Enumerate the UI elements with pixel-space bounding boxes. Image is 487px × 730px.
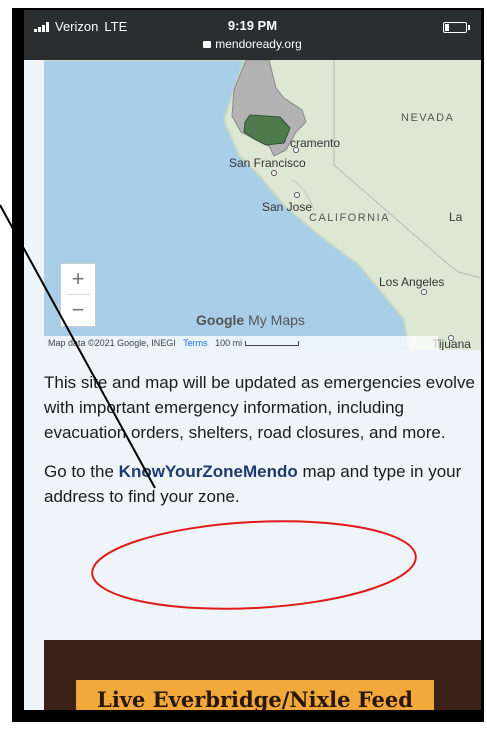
zoom-in-button[interactable]: + xyxy=(61,264,95,294)
google-logo-text: Google xyxy=(196,312,245,328)
zoom-control: + − xyxy=(60,263,96,327)
my-maps-text: My Maps xyxy=(248,312,305,328)
live-feed-button[interactable]: Live Everbridge/Nixle Feed xyxy=(76,680,434,710)
zone-instructions-prefix: Go to the xyxy=(44,462,119,481)
embedded-map[interactable]: NEVADA cramento San Francisco San Jose C… xyxy=(44,60,481,350)
map-label-la-partial: La xyxy=(449,210,463,224)
footer-banner: Live Everbridge/Nixle Feed xyxy=(44,640,481,710)
battery-icon xyxy=(443,22,470,33)
map-label-california: CALIFORNIA xyxy=(309,212,391,224)
map-terms-link[interactable]: Terms xyxy=(183,338,208,348)
map-label-nevada: NEVADA xyxy=(401,112,455,124)
update-info-paragraph: This site and map will be updated as eme… xyxy=(44,373,475,442)
zone-instructions-paragraph: Go to the KnowYourZoneMendo map and type… xyxy=(44,459,481,509)
map-scale-label: 100 mi xyxy=(215,338,243,348)
map-label-sacramento: cramento xyxy=(290,136,341,150)
map-label-san-jose: San Jose xyxy=(262,200,313,214)
map-scale-bar xyxy=(244,341,299,347)
lock-icon xyxy=(203,41,212,48)
address-bar[interactable]: mendoready.org xyxy=(24,37,481,51)
live-feed-button-label: Live Everbridge/Nixle Feed xyxy=(97,687,413,710)
map-attribution-bar: Map data ©2021 Google, INEGI Terms 100 m… xyxy=(44,336,438,350)
main-content: This site and map will be updated as eme… xyxy=(44,370,481,523)
url-text: mendoready.org xyxy=(215,37,302,51)
map-label-los-angeles: Los Angeles xyxy=(379,275,445,289)
google-my-maps-logo: Google My Maps xyxy=(196,312,305,328)
map-label-san-francisco: San Francisco xyxy=(229,156,306,170)
status-bar: Verizon LTE 9:19 PM mendoready.org xyxy=(24,10,481,60)
map-attribution-text: Map data ©2021 Google, INEGI xyxy=(48,338,176,348)
know-your-zone-mendo-link[interactable]: KnowYourZoneMendo xyxy=(119,462,298,481)
clock: 9:19 PM xyxy=(227,18,278,33)
phone-screen: Verizon LTE 9:19 PM mendoready.org NEVAD… xyxy=(24,10,481,710)
zoom-out-button[interactable]: − xyxy=(61,295,95,325)
